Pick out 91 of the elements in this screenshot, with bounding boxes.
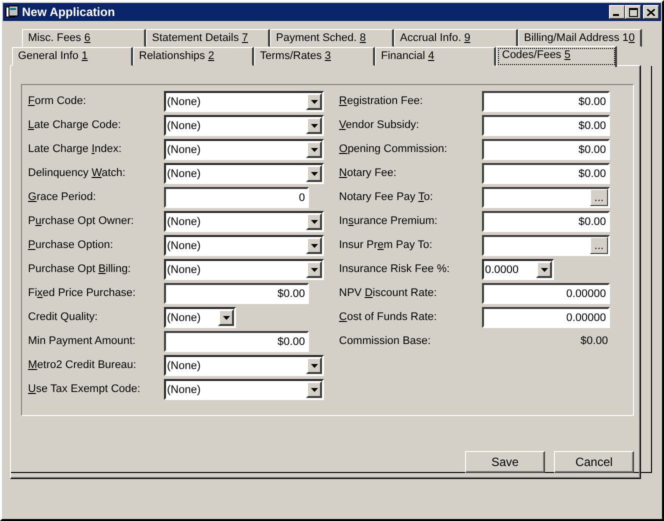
dropdown-field[interactable]: (None): [164, 139, 324, 160]
caret-icon: [310, 172, 318, 176]
tab[interactable]: General Info 1: [12, 47, 133, 66]
dropdown-button[interactable]: [218, 309, 234, 326]
tab[interactable]: Relationships 2: [133, 47, 254, 66]
field-label: Commission Base:: [339, 334, 432, 347]
field-label: Registration Fee:: [339, 94, 424, 107]
caret-icon: [310, 364, 318, 368]
input-field[interactable]: $0.00: [482, 115, 610, 136]
dropdown-field[interactable]: (None): [164, 91, 324, 112]
dropdown-field[interactable]: (None): [164, 379, 324, 400]
input-field[interactable]: $0.00: [482, 91, 610, 112]
field-label: Vendor Subsidy:: [339, 118, 420, 131]
input-field[interactable]: $0.00: [482, 211, 610, 232]
browse-button[interactable]: ...: [590, 189, 608, 206]
tab[interactable]: Billing/Mail Address 10: [518, 29, 642, 47]
caret-icon: [310, 244, 318, 248]
dropdown-button[interactable]: [306, 117, 322, 134]
dropdown-field[interactable]: (None): [164, 115, 324, 136]
close-button[interactable]: [643, 5, 659, 19]
input-field[interactable]: $0.00: [164, 283, 309, 304]
tab[interactable]: Statement Details 7: [146, 29, 270, 47]
dropdown-button[interactable]: [306, 381, 322, 398]
field-label: Credit Quality:: [28, 310, 99, 323]
dropdown-field[interactable]: (None): [164, 163, 324, 184]
field-label: Insurance Risk Fee %:: [339, 262, 451, 275]
input-field[interactable]: 0.00000: [482, 307, 610, 328]
field-label: Fixed Price Purchase:: [28, 286, 137, 299]
field-label: Grace Period:: [28, 190, 97, 203]
input-field[interactable]: $0.00: [164, 331, 309, 352]
caret-icon: [310, 268, 318, 272]
field-label: Late Charge Code:: [28, 118, 122, 131]
dropdown-button[interactable]: [536, 261, 552, 278]
field-label: Min Payment Amount:: [28, 334, 137, 347]
window-title: New Application: [22, 5, 116, 19]
tab[interactable]: Payment Sched. 8: [270, 29, 394, 47]
field-label: Purchase Opt Owner:: [28, 214, 135, 227]
dropdown-field[interactable]: (None): [164, 307, 236, 328]
caret-icon: [222, 316, 230, 320]
browse-button[interactable]: ...: [590, 237, 608, 254]
dropdown-field[interactable]: 0.0000: [482, 259, 554, 280]
caret-icon: [540, 268, 548, 272]
field-value: $0.00: [579, 334, 609, 347]
tab[interactable]: Terms/Rates 3: [254, 47, 375, 66]
caret-icon: [310, 124, 318, 128]
field-label: Cost of Funds Rate:: [339, 310, 438, 323]
tab[interactable]: Financial 4: [375, 47, 496, 66]
field-label: Notary Fee Pay To:: [339, 190, 434, 203]
field-label: Insurance Premium:: [339, 214, 438, 227]
dropdown-button[interactable]: [306, 165, 322, 182]
dropdown-field[interactable]: (None): [164, 235, 324, 256]
dialog-button[interactable]: Save: [465, 451, 545, 473]
tab[interactable]: Accrual Info. 9: [394, 29, 518, 47]
caret-icon: [310, 100, 318, 104]
lookup-field[interactable]: ...: [482, 187, 610, 208]
caret-icon: [310, 148, 318, 152]
dropdown-button[interactable]: [306, 141, 322, 158]
caret-icon: [310, 388, 318, 392]
field-label: Insur Prem Pay To:: [339, 238, 434, 251]
maximize-button[interactable]: [625, 5, 641, 19]
field-label: Opening Commission:: [339, 142, 448, 155]
dropdown-field[interactable]: (None): [164, 259, 324, 280]
tab[interactable]: Misc. Fees 6: [22, 29, 146, 47]
dropdown-button[interactable]: [306, 213, 322, 230]
caret-icon: [310, 220, 318, 224]
dropdown-button[interactable]: [306, 237, 322, 254]
field-label: Delinquency Watch:: [28, 166, 126, 179]
field-label: Use Tax Exempt Code:: [28, 382, 142, 395]
close-icon: [647, 8, 655, 16]
dialog-button[interactable]: Cancel: [554, 451, 634, 473]
field-label: NPV Discount Rate:: [339, 286, 438, 299]
tab[interactable]: Codes/Fees 5: [496, 46, 617, 67]
input-field[interactable]: $0.00: [482, 139, 610, 160]
dropdown-button[interactable]: [306, 261, 322, 278]
input-field[interactable]: 0: [164, 187, 309, 208]
lookup-field[interactable]: ...: [482, 235, 610, 256]
dropdown-button[interactable]: [306, 93, 322, 110]
app-icon: [5, 5, 19, 19]
field-label: Late Charge Index:: [28, 142, 123, 155]
minimize-button[interactable]: [609, 5, 625, 19]
dropdown-field[interactable]: (None): [164, 355, 324, 376]
field-label: Purchase Opt Billing:: [28, 262, 132, 275]
field-label: Form Code:: [28, 94, 88, 107]
input-field[interactable]: $0.00: [482, 163, 610, 184]
field-label: Notary Fee:: [339, 166, 398, 179]
dropdown-field[interactable]: (None): [164, 211, 324, 232]
maximize-icon: [628, 8, 638, 16]
dropdown-button[interactable]: [306, 357, 322, 374]
field-label: Metro2 Credit Bureau:: [28, 358, 138, 371]
field-label: Purchase Option:: [28, 238, 114, 251]
input-field[interactable]: 0.00000: [482, 283, 610, 304]
